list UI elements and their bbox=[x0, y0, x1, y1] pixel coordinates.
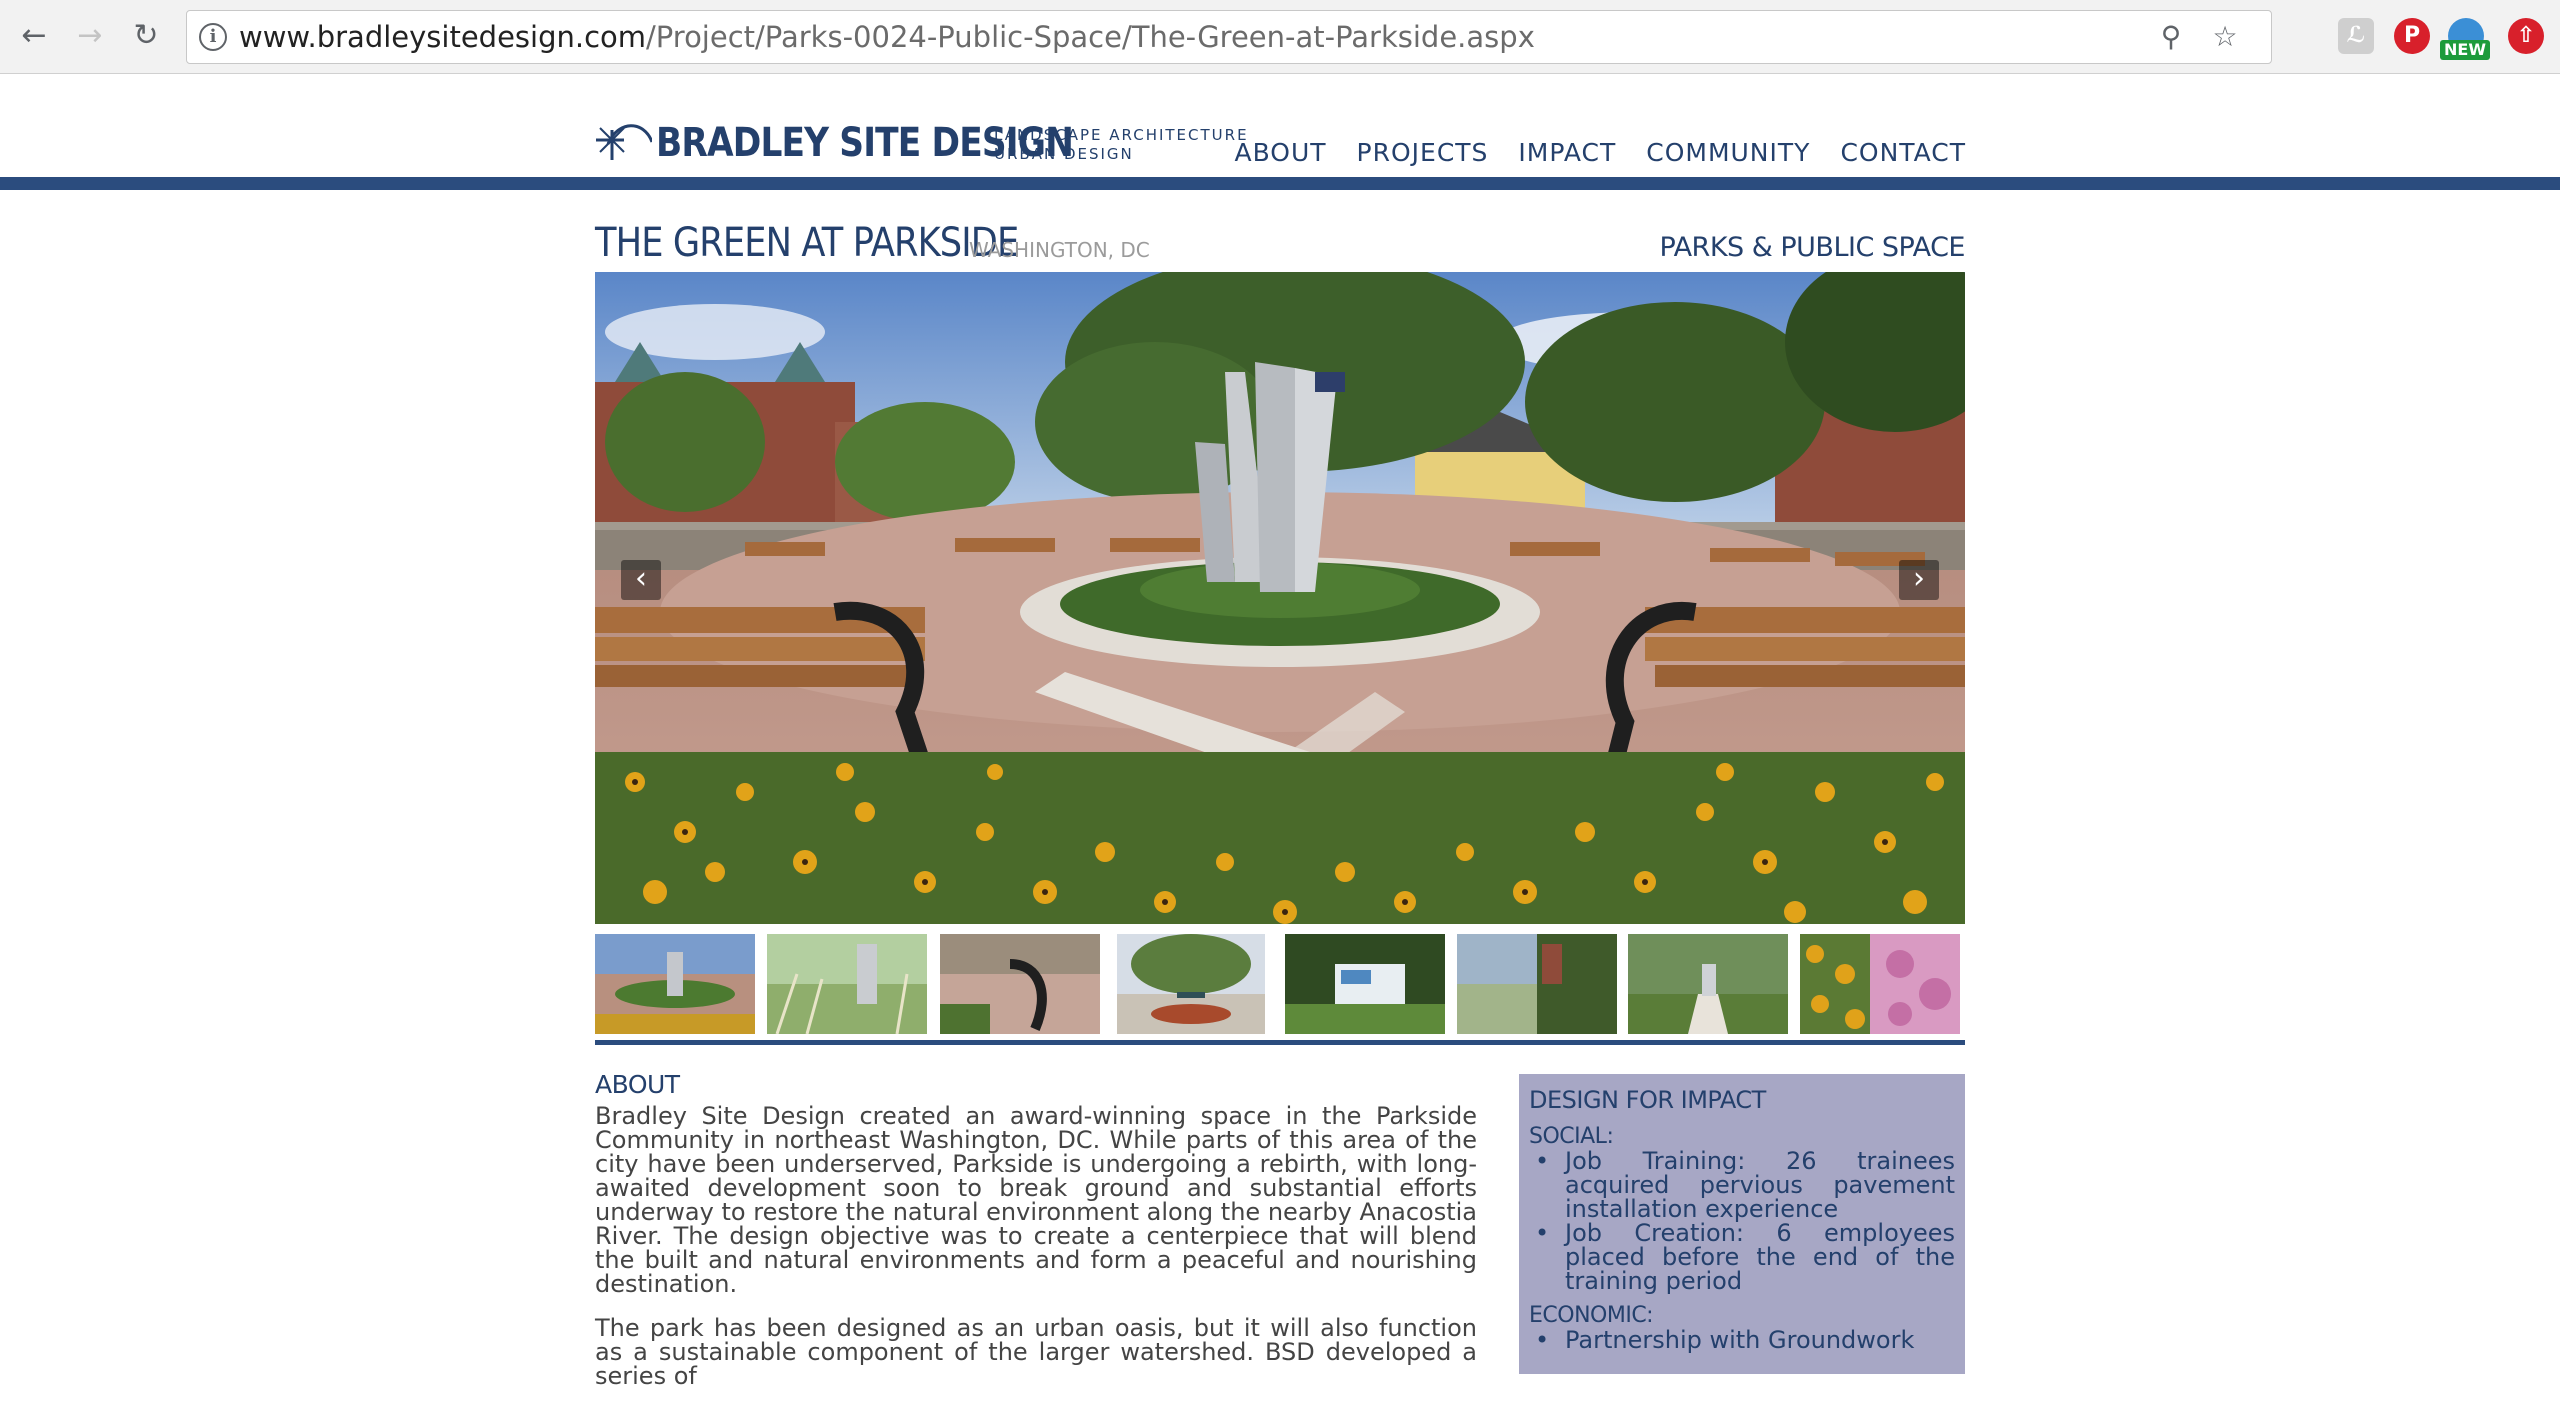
address-bar[interactable]: i www.bradleysitedesign.com/Project/Park… bbox=[186, 10, 2272, 64]
about-paragraph: The park has been designed as an urban o… bbox=[595, 1314, 1477, 1390]
url-path: /Project/Parks-0024-Public-Space/The-Gre… bbox=[646, 20, 1535, 54]
section-divider bbox=[595, 1040, 1965, 1045]
forward-button[interactable]: → bbox=[72, 18, 108, 54]
thumbnail[interactable] bbox=[767, 934, 927, 1034]
social-label: SOCIAL: bbox=[1529, 1124, 1614, 1149]
design-for-impact-panel: DESIGN FOR IMPACT SOCIAL: Job Training: … bbox=[1519, 1074, 1965, 1374]
nav-impact[interactable]: IMPACT bbox=[1488, 138, 1616, 167]
back-button[interactable]: ← bbox=[16, 18, 52, 54]
thumbnail-strip bbox=[595, 934, 1965, 1034]
thumbnail[interactable] bbox=[1457, 934, 1617, 1034]
economic-label: ECONOMIC: bbox=[1529, 1303, 1654, 1328]
upload-extension-icon[interactable]: ⇧ bbox=[2508, 18, 2544, 54]
social-list: Job Training: 26 trainees acquired pervi… bbox=[1529, 1149, 1955, 1293]
nav-projects[interactable]: PROJECTS bbox=[1327, 138, 1489, 167]
pinterest-icon[interactable]: P bbox=[2394, 18, 2430, 54]
star-icon[interactable]: ☆ bbox=[2209, 21, 2241, 53]
about-body: Bradley Site Design created an award-win… bbox=[595, 1104, 1477, 1408]
about-paragraph: Bradley Site Design created an award-win… bbox=[595, 1102, 1477, 1298]
prev-slide-button[interactable]: ‹ bbox=[621, 560, 661, 600]
reload-button[interactable]: ↻ bbox=[128, 18, 164, 54]
project-name: THE GREEN AT PARKSIDE bbox=[595, 220, 1019, 266]
project-category-link[interactable]: PARKS & PUBLIC SPACE bbox=[1660, 232, 1966, 263]
thumbnail[interactable] bbox=[1285, 934, 1445, 1034]
economic-list: Partnership with Groundwork bbox=[1529, 1328, 1955, 1352]
zoom-icon[interactable]: ⚲ bbox=[2155, 21, 2187, 53]
list-item: Partnership with Groundwork bbox=[1535, 1328, 1955, 1352]
thumbnail[interactable] bbox=[1800, 934, 1960, 1034]
nav-about[interactable]: ABOUT bbox=[1204, 138, 1326, 167]
thumbnail[interactable] bbox=[1628, 934, 1788, 1034]
nav-contact[interactable]: CONTACT bbox=[1810, 138, 1966, 167]
main-nav: ABOUT PROJECTS IMPACT COMMUNITY CONTACT bbox=[1204, 138, 1966, 167]
extension-grey-icon[interactable]: ℒ bbox=[2338, 18, 2374, 54]
nav-community[interactable]: COMMUNITY bbox=[1616, 138, 1810, 167]
hero-photo bbox=[595, 272, 1965, 924]
header-divider bbox=[0, 177, 2560, 190]
next-slide-button[interactable]: › bbox=[1899, 560, 1939, 600]
url-host: www.bradleysitedesign.com bbox=[239, 20, 647, 54]
list-item: Job Creation: 6 employees placed before … bbox=[1535, 1221, 1955, 1293]
impact-heading: DESIGN FOR IMPACT bbox=[1529, 1086, 1766, 1114]
project-title: THE GREEN AT PARKSIDE WASHINGTON, DC bbox=[595, 220, 1150, 266]
hero-slideshow[interactable]: ‹ › bbox=[595, 272, 1965, 924]
project-location: WASHINGTON, DC bbox=[969, 238, 1150, 262]
thumbnail[interactable] bbox=[940, 934, 1100, 1034]
new-badge: NEW bbox=[2440, 40, 2490, 60]
url-text[interactable]: www.bradleysitedesign.com/Project/Parks-… bbox=[239, 20, 1535, 54]
site-info-icon[interactable]: i bbox=[199, 23, 227, 51]
about-heading: ABOUT bbox=[595, 1070, 680, 1099]
thumbnail[interactable] bbox=[1117, 934, 1265, 1034]
thumbnail[interactable] bbox=[595, 934, 755, 1034]
dragonfly-logo-icon bbox=[596, 124, 652, 160]
list-item: Job Training: 26 trainees acquired pervi… bbox=[1535, 1149, 1955, 1221]
browser-toolbar: ← → ↻ i www.bradleysitedesign.com/Projec… bbox=[0, 0, 2560, 74]
